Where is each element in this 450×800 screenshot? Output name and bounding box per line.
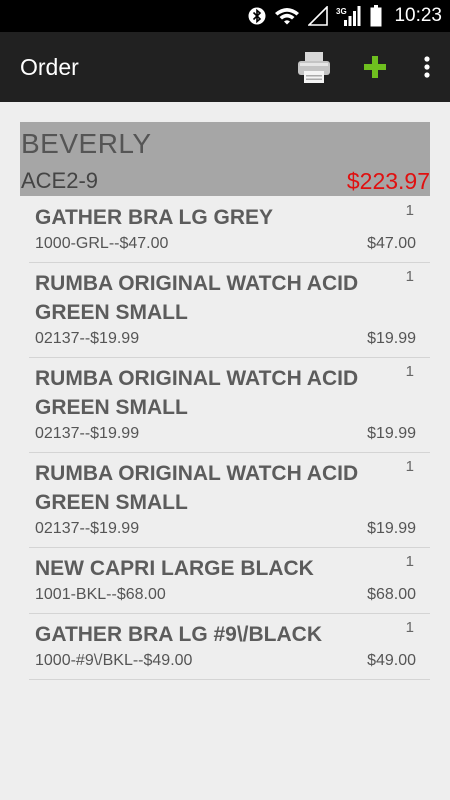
item-line-total: $49.00 bbox=[367, 652, 416, 669]
order-item[interactable]: GATHER BRA LG #9\/BLACK 1 1000-#9\/BKL--… bbox=[29, 614, 430, 680]
item-name: NEW CAPRI LARGE BLACK bbox=[35, 557, 314, 580]
item-quantity: 1 bbox=[405, 202, 414, 219]
overflow-menu-button[interactable] bbox=[414, 32, 440, 102]
item-line-total: $47.00 bbox=[367, 235, 416, 252]
order-item[interactable]: NEW CAPRI LARGE BLACK 1 1001-BKL--$68.00… bbox=[29, 548, 430, 614]
status-icons: 3G 10:23 bbox=[248, 0, 442, 32]
item-name: GATHER BRA LG GREY bbox=[35, 206, 274, 229]
printer-icon bbox=[298, 52, 330, 83]
cell-signal-empty-icon bbox=[308, 6, 329, 26]
item-sku-price: 1001-BKL--$68.00 bbox=[35, 586, 166, 603]
item-name: RUMBA ORIGINAL WATCH ACID GREEN SMALL bbox=[35, 462, 359, 514]
order-item[interactable]: RUMBA ORIGINAL WATCH ACID GREEN SMALL 1 … bbox=[29, 453, 430, 548]
item-sku-price: 02137--$19.99 bbox=[35, 330, 140, 347]
item-quantity: 1 bbox=[405, 363, 414, 380]
customer-name: BEVERLY bbox=[21, 128, 152, 159]
item-sku-price: 1000-#9\/BKL--$49.00 bbox=[35, 652, 193, 669]
add-item-button[interactable] bbox=[356, 32, 394, 102]
item-line-total: $19.99 bbox=[367, 330, 416, 347]
status-bar: 3G 10:23 bbox=[0, 0, 450, 32]
plus-icon bbox=[364, 56, 386, 78]
item-quantity: 1 bbox=[405, 553, 414, 570]
customer-header[interactable]: BEVERLY ACE2-9 $223.97 bbox=[20, 122, 430, 196]
bluetooth-icon bbox=[248, 7, 266, 25]
svg-text:3G: 3G bbox=[336, 7, 347, 16]
item-line-total: $19.99 bbox=[367, 425, 416, 442]
item-name: RUMBA ORIGINAL WATCH ACID GREEN SMALL bbox=[35, 272, 359, 324]
status-time: 10:23 bbox=[394, 5, 442, 26]
order-items-list: GATHER BRA LG GREY 1 1000-GRL--$47.00 $4… bbox=[29, 197, 430, 680]
order-item[interactable]: RUMBA ORIGINAL WATCH ACID GREEN SMALL 1 … bbox=[29, 263, 430, 358]
item-quantity: 1 bbox=[405, 458, 414, 475]
order-item[interactable]: GATHER BRA LG GREY 1 1000-GRL--$47.00 $4… bbox=[29, 197, 430, 263]
item-quantity: 1 bbox=[405, 619, 414, 636]
item-sku-price: 02137--$19.99 bbox=[35, 520, 140, 537]
item-sku-price: 02137--$19.99 bbox=[35, 425, 140, 442]
battery-icon bbox=[370, 5, 382, 27]
item-quantity: 1 bbox=[405, 268, 414, 285]
action-bar: Order bbox=[0, 32, 450, 102]
customer-code: ACE2-9 bbox=[21, 168, 99, 193]
page-title: Order bbox=[20, 54, 79, 80]
order-total: $223.97 bbox=[346, 168, 430, 194]
overflow-menu-icon bbox=[424, 56, 430, 78]
print-button[interactable] bbox=[292, 32, 336, 102]
item-line-total: $68.00 bbox=[367, 586, 416, 603]
item-name: RUMBA ORIGINAL WATCH ACID GREEN SMALL bbox=[35, 367, 359, 419]
item-line-total: $19.99 bbox=[367, 520, 416, 537]
item-sku-price: 1000-GRL--$47.00 bbox=[35, 235, 169, 252]
wifi-icon bbox=[275, 8, 300, 25]
order-item[interactable]: RUMBA ORIGINAL WATCH ACID GREEN SMALL 1 … bbox=[29, 358, 430, 453]
item-name: GATHER BRA LG #9\/BLACK bbox=[35, 623, 323, 646]
cell-signal-3g-icon: 3G bbox=[336, 6, 361, 26]
